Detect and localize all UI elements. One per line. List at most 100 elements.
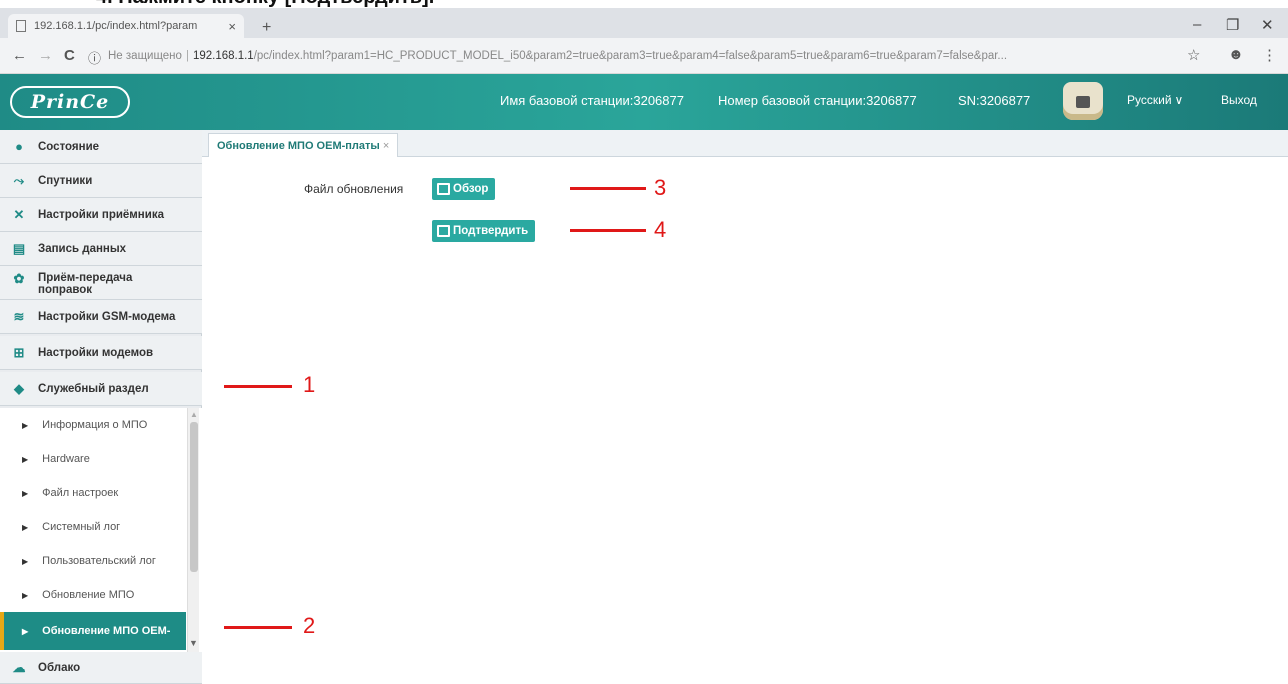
annotation-number-1: 1 [303, 372, 316, 397]
sidebar-item-cloud[interactable]: ☁ Облако [0, 652, 202, 684]
sidebar-item-label: Настройки модемов [38, 346, 154, 359]
grid-icon: ⊞ [13, 344, 25, 360]
sidebar-item-receiver-settings[interactable]: ✕ Настройки приёмника [0, 198, 202, 232]
sidebar-item-service[interactable]: ◆ Служебный раздел [0, 372, 202, 406]
minimize-icon[interactable]: – [1193, 16, 1201, 33]
confirm-button-label: Подтвердить [453, 225, 529, 237]
annotation-number-2: 2 [303, 613, 316, 638]
submenu-item-firmware-info[interactable]: ▶ Информация о МПО [0, 408, 186, 442]
annotation-line-1 [224, 385, 292, 388]
wifi-icon: ≋ [13, 308, 25, 324]
security-label: Не защищено [108, 50, 182, 62]
submenu-item-label: Файл настроек [42, 487, 119, 499]
scroll-down-icon[interactable]: ▼ [189, 638, 198, 648]
new-tab-icon[interactable]: + [262, 19, 271, 37]
page-icon [16, 20, 26, 32]
sidebar-item-modem-settings[interactable]: ⊞ Настройки модемов [0, 336, 202, 370]
sidebar-item-label: Настройки приёмника [38, 208, 164, 221]
tools-icon: ✕ [13, 206, 25, 222]
bullet-icon: ▶ [22, 556, 29, 566]
browser-tab[interactable]: 192.168.1.1/pc/index.html?param × [8, 14, 244, 38]
save-icon [437, 183, 450, 195]
menu-icon[interactable]: ⋮ [1262, 46, 1277, 64]
url-separator: | [185, 50, 189, 62]
scrollbar-thumb[interactable] [190, 422, 198, 572]
reload-icon[interactable]: C [64, 47, 75, 64]
cloud-icon: ☁ [12, 659, 26, 675]
sidebar-item-label: Спутники [38, 174, 93, 187]
submenu-item-label: Системный лог [42, 521, 121, 533]
sidebar-item-label: Служебный раздел [38, 382, 149, 395]
submenu-item-system-log[interactable]: ▶ Системный лог [0, 510, 186, 544]
info-icon[interactable]: ⓘ [88, 48, 101, 67]
submenu-item-settings-file[interactable]: ▶ Файл настроек [0, 476, 186, 510]
sidebar-item-satellites[interactable]: ⤳ Спутники [0, 164, 202, 198]
browser-tabstrip: 192.168.1.1/pc/index.html?param × + – ❐ … [0, 8, 1288, 38]
screenshot: 4. Нажмите кнопку [Подтвердить]. 192.168… [0, 0, 1288, 684]
sidebar: ● Состояние ⤳ Спутники ✕ Настройки приём… [0, 130, 202, 684]
gear-icon: ✿ [13, 271, 25, 286]
service-submenu: ▶ Информация о МПО ▶ Hardware ▶ Файл нас… [0, 408, 202, 652]
sidebar-item-gsm-modem[interactable]: ≋ Настройки GSM-модема [0, 300, 202, 334]
base-station-name: Имя базовой станции:3206877 [500, 93, 684, 108]
submenu-item-label: Hardware [42, 453, 90, 465]
submenu-item-oem-firmware-update[interactable]: ▶ Обновление МПО OEM- [0, 612, 186, 650]
app-header: PrinCe Имя базовой станции:3206877 Номер… [0, 74, 1288, 130]
document-heading: 4. Нажмите кнопку [Подтвердить]. [0, 0, 1288, 8]
submenu-item-label: Информация о МПО [42, 419, 148, 431]
language-label: Русский [1127, 93, 1172, 107]
address-bar: ← → C ⓘ Не защищено | 192.168.1.1/pc/index… [0, 38, 1288, 74]
bullet-icon: ▶ [22, 626, 29, 636]
annotation-line-2 [224, 626, 292, 629]
language-select[interactable]: Русский ∨ [1127, 93, 1183, 107]
sidebar-item-corrections[interactable]: ✿ Приём-передача поправок [0, 266, 202, 300]
serial-number: SN:3206877 [958, 93, 1031, 108]
receiver-device-icon [1063, 82, 1103, 120]
logo: PrinCe [10, 86, 130, 118]
device-screen [1076, 96, 1090, 108]
tab-close-icon[interactable]: × [224, 19, 236, 34]
list-icon: ▤ [12, 240, 26, 256]
close-icon[interactable]: × [383, 140, 389, 152]
submenu-item-label: Обновление МПО [42, 589, 135, 601]
sidebar-item-status[interactable]: ● Состояние [0, 130, 202, 164]
sidebar-item-label: Приём-передача поправок [38, 272, 133, 296]
submenu-item-hardware[interactable]: ▶ Hardware [0, 442, 186, 476]
submenu-item-firmware-update[interactable]: ▶ Обновление МПО [0, 578, 186, 612]
tab-label: Обновление МПО OEM-платы [217, 139, 380, 152]
satellite-icon: ⤳ [13, 172, 25, 188]
forward-icon[interactable]: → [38, 47, 53, 64]
browser-tab-title: 192.168.1.1/pc/index.html?param [34, 20, 198, 32]
browse-button-label: Обзор [453, 183, 489, 195]
logout-link[interactable]: Выход [1221, 93, 1257, 107]
submenu-item-user-log[interactable]: ▶ Пользовательский лог [0, 544, 186, 578]
submenu-item-label: Обновление МПО OEM- [42, 625, 171, 637]
submenu-item-label: Пользовательский лог [42, 555, 156, 567]
bullet-icon: ▶ [22, 522, 29, 532]
content-tabbar: Обновление МПО OEM-платы × [202, 130, 1288, 157]
window-close-icon[interactable]: ✕ [1261, 16, 1274, 34]
star-icon[interactable]: ☆ [1187, 46, 1200, 64]
sidebar-item-label: Облако [38, 661, 81, 674]
bullet-icon: ▶ [22, 420, 29, 430]
restore-icon[interactable]: ❐ [1226, 16, 1239, 34]
url-field[interactable]: Не защищено | 192.168.1.1/pc/index.html?pa… [108, 46, 1178, 66]
back-icon[interactable]: ← [12, 47, 27, 64]
save-icon [437, 225, 450, 237]
bullet-icon: ▶ [22, 488, 29, 498]
status-icon: ● [15, 138, 23, 154]
sidebar-item-label: Настройки GSM-модема [38, 310, 176, 323]
account-icon[interactable]: ☻ [1228, 46, 1244, 63]
sidebar-item-label: Состояние [38, 140, 100, 153]
scroll-up-icon[interactable]: ▲ [190, 410, 198, 419]
annotation-line-4 [570, 229, 646, 232]
annotation-number-4: 4 [654, 217, 667, 242]
tab-oem-firmware-update[interactable]: Обновление МПО OEM-платы × [208, 133, 399, 157]
sidebar-item-label: Запись данных [38, 242, 127, 255]
sidebar-item-data-recording[interactable]: ▤ Запись данных [0, 232, 202, 266]
bullet-icon: ▶ [22, 454, 29, 464]
confirm-button[interactable]: Подтвердить [432, 220, 536, 242]
submenu-scrollbar[interactable]: ▲ ▼ [187, 408, 199, 652]
browse-button[interactable]: Обзор [432, 178, 496, 200]
chevron-down-icon: ∨ [1174, 93, 1184, 107]
